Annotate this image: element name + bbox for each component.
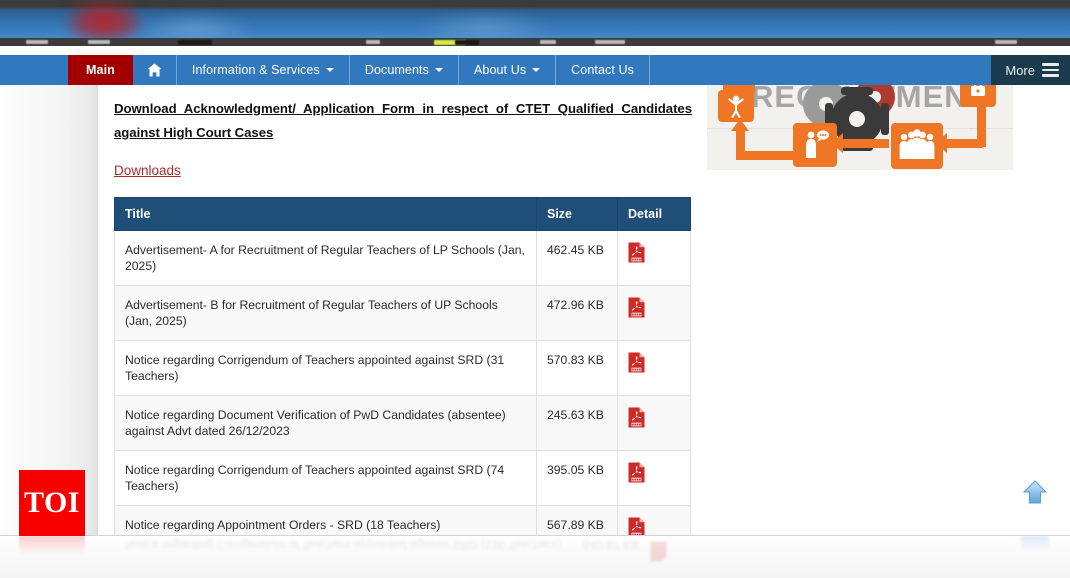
nav-item-contact-us[interactable]: Contact Us (556, 55, 651, 85)
content-area: RECRUITMENT (0, 85, 1070, 578)
home-icon (147, 63, 162, 77)
blurred-chip (366, 40, 380, 44)
cell-detail (617, 395, 691, 451)
cell-size: 570.83 KB (536, 340, 618, 396)
nav-more-label: More (1005, 62, 1035, 78)
cell-title: Notice regarding Corrigendum of Teachers… (114, 340, 537, 396)
nav-filler (650, 55, 991, 85)
downloads-link[interactable]: Downloads (114, 163, 181, 178)
arrow-head-left-2 (831, 133, 843, 153)
gear-hole (849, 111, 865, 127)
toi-logo-text: TOI (24, 486, 80, 519)
page-root: Main Information & Services Documents Ab… (0, 0, 1070, 578)
briefcase-icon (971, 85, 985, 96)
blurred-chip (455, 40, 479, 45)
chevron-down-icon (532, 68, 541, 72)
hamburger-menu-icon (1042, 63, 1059, 77)
table-row[interactable]: Advertisement- A for Recruitment of Regu… (114, 230, 691, 286)
cell-detail (617, 230, 691, 286)
nav-item-information-services[interactable]: Information & Services (177, 55, 350, 85)
column-header-size[interactable]: Size (536, 197, 618, 231)
arrow-reflection (1021, 536, 1049, 552)
toi-reflection (19, 536, 85, 554)
reflected-row-title: Notice regarding Corrigendum of Teachers… (125, 538, 561, 552)
table-row[interactable]: Notice regarding Document Verification o… (114, 395, 691, 451)
blurred-chip (995, 40, 1017, 44)
blurred-chip (595, 40, 625, 44)
cell-size: 472.96 KB (536, 285, 618, 341)
cell-title: Notice regarding Document Verification o… (114, 395, 537, 451)
nav-item-documents[interactable]: Documents (350, 55, 459, 85)
blurred-chip (178, 40, 212, 45)
bottom-reflection-band: Notice regarding Corrigendum of Teachers… (0, 535, 1070, 578)
nav-item-documents-label: Documents (364, 63, 429, 77)
people-group-icon (899, 129, 935, 159)
arrow-left-long (843, 139, 889, 148)
table-row[interactable]: Advertisement- B for Recruitment of Regu… (114, 285, 691, 341)
pdf-icon[interactable] (628, 407, 645, 428)
nav-item-main-label: Main (86, 63, 115, 77)
nav-more-button[interactable]: More (991, 55, 1070, 85)
arrow-up-icon (1022, 480, 1048, 504)
person-speech-icon (806, 130, 829, 158)
nav-item-main[interactable]: Main (68, 55, 133, 85)
blurred-browser-chrome (0, 0, 1070, 46)
page-title: Download Acknowledgment/ Application For… (114, 101, 692, 140)
arrow-head-up (731, 119, 749, 131)
blurred-red-banner (68, 2, 140, 42)
row-size-reflection: 640.67 KB (583, 538, 639, 552)
left-gutter (0, 85, 98, 535)
downloads-table: Title Size Detail Advertisement- A for R… (114, 197, 691, 578)
nav-item-contact-us-label: Contact Us (571, 63, 635, 77)
blurred-chip (540, 40, 556, 44)
arrow-up-segment (736, 131, 745, 157)
table-header-row: Title Size Detail (114, 197, 691, 231)
gear-tooth (841, 87, 873, 95)
toi-watermark-logo: TOI (19, 470, 85, 536)
column-header-detail[interactable]: Detail (617, 197, 691, 231)
chevron-down-icon (434, 68, 443, 72)
table-row[interactable]: Notice regarding Corrigendum of Teachers… (114, 340, 691, 396)
person-raised-arms-icon (728, 95, 744, 118)
recruitment-banner-image: RECRUITMENT (707, 85, 1013, 170)
document-column: Download Acknowledgment/ Application For… (114, 97, 692, 578)
blurred-toolbar-row (0, 38, 1070, 46)
table-row[interactable]: Notice regarding Corrigendum of Teachers… (114, 450, 691, 506)
pdf-icon-reflection (650, 536, 667, 562)
pdf-icon[interactable] (628, 462, 645, 483)
cell-size: 395.05 KB (536, 450, 618, 506)
arrow-corner (965, 139, 983, 148)
cell-detail (617, 285, 691, 341)
nav-item-information-services-label: Information & Services (191, 63, 320, 77)
blurred-chip (26, 40, 48, 44)
cell-size: 245.63 KB (536, 395, 618, 451)
arrow-head-left (935, 133, 947, 153)
cell-size: 462.45 KB (536, 230, 618, 286)
cell-title: Notice regarding Corrigendum of Teachers… (114, 450, 537, 506)
pdf-icon[interactable] (628, 297, 645, 318)
pdf-icon[interactable] (628, 352, 645, 373)
cell-detail (617, 450, 691, 506)
chevron-down-icon (325, 68, 334, 72)
cell-title: Advertisement- B for Recruitment of Regu… (114, 285, 537, 341)
reflected-row-size: 640.67 KB (583, 538, 640, 552)
cell-detail (617, 340, 691, 396)
nav-item-about-us-label: About Us (473, 63, 527, 77)
arrow-right-segment (945, 139, 965, 148)
scroll-to-top-button[interactable] (1021, 478, 1049, 506)
row-text-reflection: Notice regarding Corrigendum of Teachers… (125, 538, 561, 552)
pdf-icon[interactable] (628, 242, 645, 263)
cell-title: Advertisement- A for Recruitment of Regu… (114, 230, 537, 286)
gear-tooth (881, 103, 889, 135)
nav-item-about-us[interactable]: About Us (459, 55, 557, 85)
main-navigation-bar: Main Information & Services Documents Ab… (0, 55, 1070, 85)
blurred-chip (88, 40, 110, 44)
table-body: Advertisement- A for Recruitment of Regu… (114, 230, 691, 578)
column-header-title[interactable]: Title (114, 197, 537, 231)
nav-left-spacer (0, 55, 68, 85)
nav-item-home[interactable] (133, 55, 177, 85)
